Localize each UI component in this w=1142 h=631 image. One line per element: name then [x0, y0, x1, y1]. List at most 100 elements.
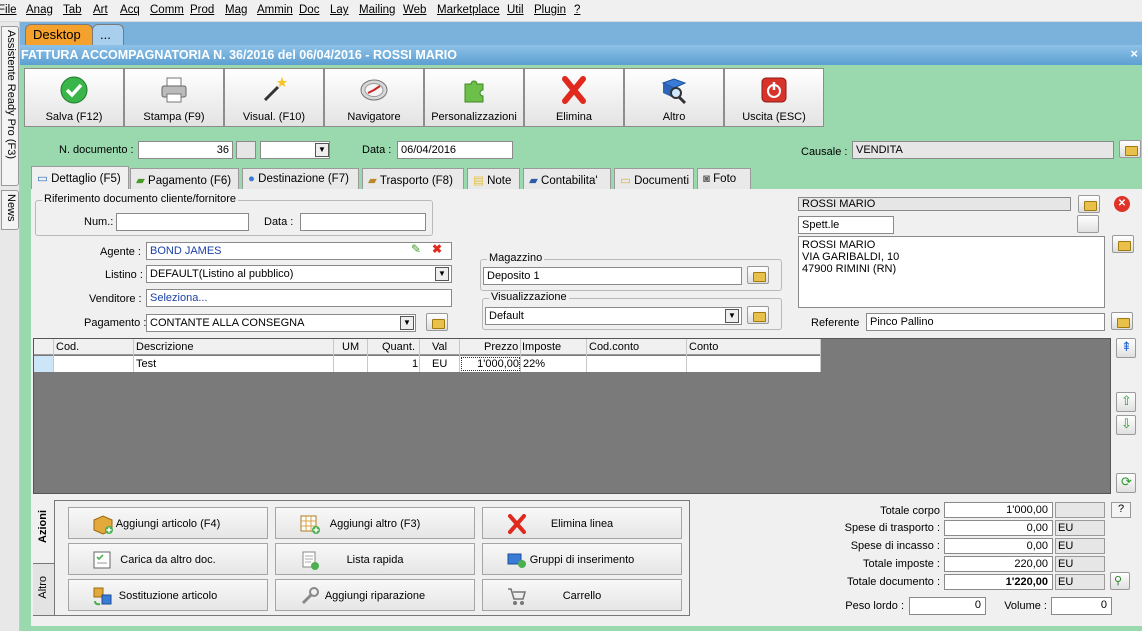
tab-contabilita[interactable]: ▰ Contabilita'	[523, 168, 611, 189]
cell-quantity[interactable]: 1	[412, 358, 418, 370]
exit-button[interactable]: Uscita (ESC)	[724, 68, 824, 127]
view-dropdown-icon[interactable]: ▼	[725, 309, 739, 323]
tab-note[interactable]: ▤ Note	[467, 168, 520, 189]
news-side-tab[interactable]: News	[1, 190, 19, 230]
menu-file[interactable]: File	[0, 4, 17, 16]
payment-dropdown-icon[interactable]: ▼	[400, 316, 414, 330]
shipping-value[interactable]: 0,00	[944, 520, 1053, 536]
col-conto[interactable]: Conto	[689, 341, 718, 353]
warehouse-input[interactable]: Deposito 1	[483, 267, 742, 285]
menu-prod[interactable]: Prod	[190, 4, 214, 16]
volume-value[interactable]: 0	[1051, 597, 1112, 615]
customize-button[interactable]: Personalizzazioni	[424, 68, 524, 127]
insert-groups-button[interactable]: Gruppi di inserimento	[482, 543, 682, 575]
clear-x-icon[interactable]: ✖	[432, 242, 442, 256]
tab-destinazione[interactable]: ● Destinazione (F7)	[242, 168, 359, 189]
arrow-up-icon[interactable]: ⇧	[1116, 392, 1136, 412]
ref-num-input[interactable]	[116, 213, 249, 231]
referent-input[interactable]: Pinco Pallino	[866, 313, 1105, 331]
menu-anag[interactable]: Anag	[26, 4, 53, 16]
menu-mailing[interactable]: Mailing	[359, 4, 395, 16]
doc-number-suffix[interactable]	[236, 141, 256, 159]
customer-folder-icon[interactable]	[1078, 195, 1100, 213]
tab-trasporto[interactable]: ▰ Trasporto (F8)	[362, 168, 464, 189]
address-folder-icon[interactable]	[1112, 235, 1134, 253]
menu-web[interactable]: Web	[403, 4, 426, 16]
move-top-icon[interactable]: ⇞	[1116, 338, 1136, 358]
tab-pagamento[interactable]: ▰ Pagamento (F6)	[130, 168, 239, 189]
replace-article-button[interactable]: Sostituzione articolo	[68, 579, 268, 611]
navigator-button[interactable]: Navigatore	[324, 68, 424, 127]
table-row[interactable]: Test 1 EU 1'000,00 22%	[34, 356, 821, 372]
referent-folder-icon[interactable]	[1111, 312, 1133, 330]
weight-value[interactable]: 0	[909, 597, 986, 615]
menu-comm[interactable]: Comm	[150, 4, 184, 16]
tab-azioni[interactable]: Azioni	[33, 500, 55, 563]
preview-button[interactable]: Visual. (F10)	[224, 68, 324, 127]
zoom-icon[interactable]: ⚲	[1110, 572, 1130, 590]
col-imposte[interactable]: Imposte	[522, 341, 561, 353]
menu-ammin[interactable]: Ammin	[257, 4, 293, 16]
collection-value[interactable]: 0,00	[944, 538, 1053, 554]
menu-help[interactable]: ?	[574, 4, 580, 16]
seller-input[interactable]: Seleziona...	[146, 289, 452, 307]
help-button[interactable]: ?	[1111, 502, 1131, 518]
delete-line-button[interactable]: Elimina linea	[482, 507, 682, 539]
add-article-button[interactable]: Aggiungi articolo (F4)	[68, 507, 268, 539]
series-dropdown-icon[interactable]: ▼	[315, 143, 329, 157]
menu-tab[interactable]: Tab	[63, 4, 82, 16]
col-cod[interactable]: Cod.	[56, 341, 79, 353]
other-button[interactable]: Altro	[624, 68, 724, 127]
contact-person-icon[interactable]	[1077, 215, 1099, 233]
delete-button[interactable]: Elimina	[524, 68, 624, 127]
tab-altro[interactable]: Altro	[33, 563, 55, 615]
pricelist-select[interactable]: DEFAULT(Listino al pubblico)	[146, 265, 452, 283]
tab-documenti[interactable]: ▭ Documenti	[614, 168, 694, 189]
cell-tax[interactable]: 22%	[523, 358, 545, 370]
refresh-icon[interactable]: ⟳	[1116, 473, 1136, 493]
causale-folder-icon[interactable]	[1119, 140, 1141, 158]
menu-lay[interactable]: Lay	[330, 4, 349, 16]
warehouse-folder-icon[interactable]	[747, 266, 769, 284]
menu-doc[interactable]: Doc	[299, 4, 319, 16]
causale-input[interactable]: VENDITA	[852, 141, 1114, 159]
payment-select[interactable]: CONTANTE ALLA CONSEGNA	[146, 314, 416, 332]
view-folder-icon[interactable]	[747, 306, 769, 324]
load-from-doc-button[interactable]: Carica da altro doc.	[68, 543, 268, 575]
col-um[interactable]: UM	[342, 341, 359, 353]
menu-plugin[interactable]: Plugin	[534, 4, 566, 16]
menu-util[interactable]: Util	[507, 4, 524, 16]
payment-folder-icon[interactable]	[426, 313, 448, 331]
cell-currency[interactable]: EU	[432, 358, 447, 370]
ref-date-input[interactable]	[300, 213, 426, 231]
row-selector[interactable]	[34, 356, 53, 372]
tab-desktop[interactable]: Desktop	[25, 24, 93, 45]
tab-more[interactable]: ...	[92, 24, 124, 45]
customer-address-box[interactable]: ROSSI MARIO VIA GARIBALDI, 10 47900 RIMI…	[798, 236, 1105, 308]
menu-mag[interactable]: Mag	[225, 4, 247, 16]
pricelist-dropdown-icon[interactable]: ▼	[435, 267, 449, 281]
menu-art[interactable]: Art	[93, 4, 108, 16]
col-prezzo[interactable]: Prezzo	[484, 341, 518, 353]
col-cod-conto[interactable]: Cod.conto	[589, 341, 639, 353]
close-window-icon[interactable]: ×	[1130, 46, 1138, 61]
customer-name[interactable]: ROSSI MARIO	[798, 197, 1071, 211]
add-repair-button[interactable]: Aggiungi riparazione	[275, 579, 475, 611]
agent-input[interactable]: BOND JAMES	[146, 242, 452, 260]
arrow-down-icon[interactable]: ⇩	[1116, 415, 1136, 435]
add-other-button[interactable]: Aggiungi altro (F3)	[275, 507, 475, 539]
date-input[interactable]: 06/04/2016	[397, 141, 513, 159]
tab-foto[interactable]: ◙ Foto	[697, 168, 751, 189]
col-descrizione[interactable]: Descrizione	[136, 341, 193, 353]
col-quant[interactable]: Quant.	[382, 341, 415, 353]
tab-dettaglio[interactable]: ▭ Dettaglio (F5)	[31, 166, 129, 190]
quick-list-button[interactable]: Lista rapida	[275, 543, 475, 575]
remove-customer-icon[interactable]: ✕	[1114, 196, 1130, 212]
assistant-side-tab[interactable]: Assistente Ready Pro (F3)	[1, 26, 19, 186]
doc-number-input[interactable]: 36	[138, 141, 233, 159]
cart-button[interactable]: Carrello	[482, 579, 682, 611]
menu-acq[interactable]: Acq	[120, 4, 140, 16]
cell-price[interactable]: 1'000,00	[461, 357, 520, 371]
menu-marketplace[interactable]: Marketplace	[437, 4, 500, 16]
view-select[interactable]: Default	[485, 307, 742, 325]
